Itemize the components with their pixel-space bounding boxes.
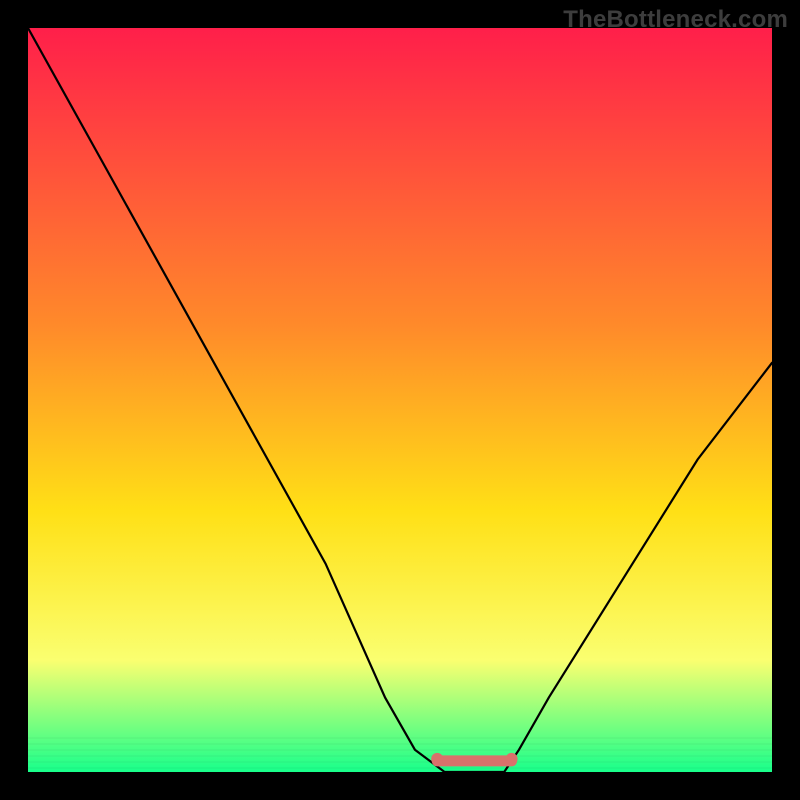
bottleneck-chart [28,28,772,772]
chart-background [28,28,772,772]
watermark-text: TheBottleneck.com [563,6,788,34]
chart-svg [28,28,772,772]
